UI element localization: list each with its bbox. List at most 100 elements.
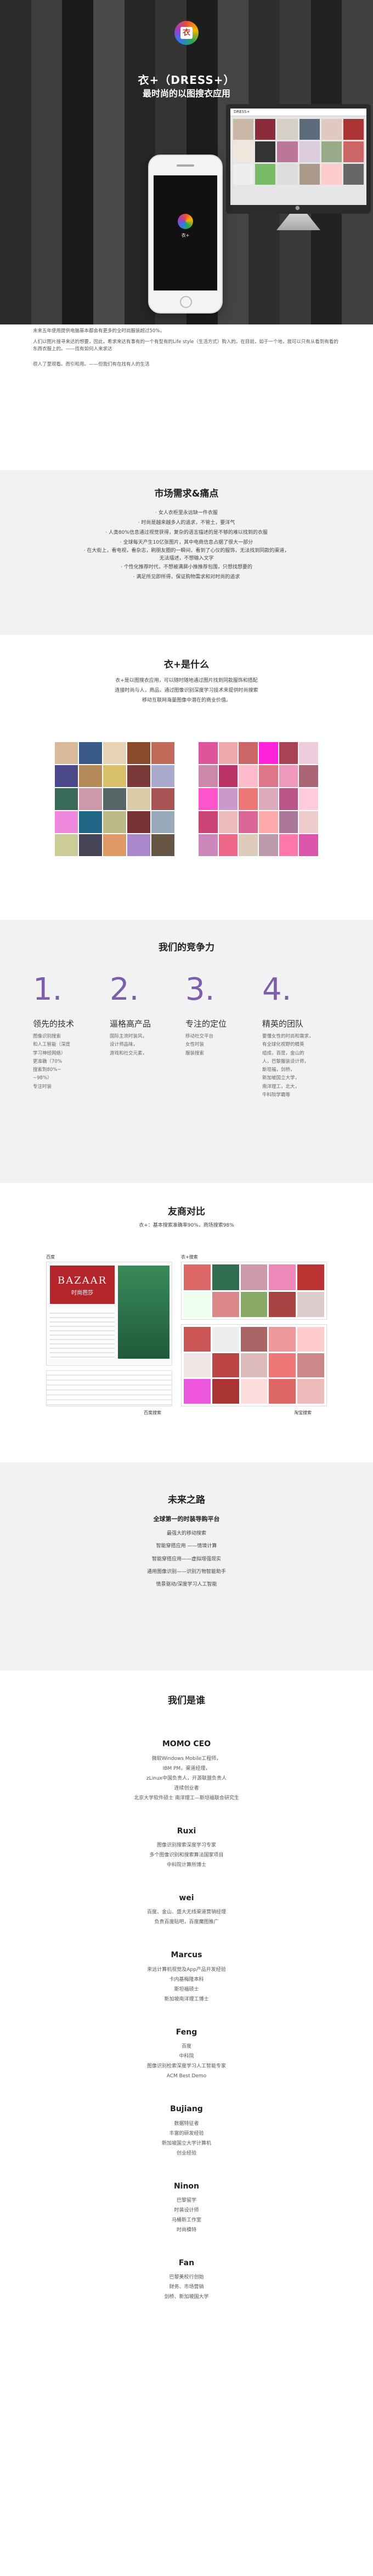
- hero-subtitle: 最时尚的以图搜衣应用: [142, 88, 230, 99]
- taobao-result-panel: [181, 1324, 327, 1406]
- compete-number: 2.: [110, 972, 139, 1007]
- list-item: 智能穿搭应用 ——情境计算: [156, 1543, 217, 1549]
- phone-speaker: [177, 164, 194, 167]
- team-section: 我们是谁 MOMO CEO 微软Windows Mobile工程师， IBM PM…: [0, 1671, 373, 2576]
- compete-col: 2. 逼格高产品 国际主流时装风， 设计师品味， 游戏和社交元素，: [110, 974, 187, 1058]
- compare-caption-right: 淘宝搜索: [294, 1410, 312, 1415]
- intro-paragraph: 人们以图片搜寻来达的想要，因此，希求来达有事有的一个有型有的Life style…: [33, 339, 338, 352]
- member-desc: 巴黎留学 时装设计师 马桶新工作室 时尚模特: [171, 2197, 201, 2233]
- team-member: Marcus 来远计算机视觉及App产品开发经验 卡内基梅隆本科 斯坦福硕士 新加坡南…: [0, 1949, 373, 2004]
- compete-section: 我们的竞争力 1. 领先的技术 图像识别搜索 和人工智能（深度 学习神经网络） 更准确…: [0, 920, 373, 1183]
- list-item: · 在大街上，看电视，看杂志，刷朋友圈的一瞬间，看到了心仪的服饰，无法找到同款的…: [83, 548, 290, 561]
- collage-left: [55, 742, 174, 856]
- member-desc: 巴黎美校行创始 财务、市场营销 剑桥、新加坡国大学: [164, 2275, 209, 2300]
- market-list: · 女人衣柜里永远缺一件衣服 · 时尚是越来越多人的追求，不管土，要洋气 · 人…: [0, 508, 373, 582]
- compete-text: 国际主流时装风， 设计师品味， 游戏和社交元素，: [110, 1034, 148, 1056]
- compare-right-label: 衣+搜索: [181, 1255, 198, 1259]
- ad-subtitle: 时尚芭莎: [71, 1290, 93, 1296]
- whatis-section: 衣+是什么 衣+是以图搜衣应用，可以随时随地通过图片找到同款服饰和搭配 连接时尚…: [0, 635, 373, 920]
- compare-caption-left: 百度搜索: [144, 1410, 161, 1415]
- list-item: · 全球每天产生10亿张图片，其中电商信息占据了很大一部分: [120, 540, 253, 546]
- compete-heading: 逼格高产品: [110, 1019, 151, 1029]
- list-item: · 人类80%信息通过视觉获得，复杂的语言描述的是不够的难以找到的衣服: [105, 530, 268, 536]
- text-line: 衣+是以图搜衣应用，可以随时随地通过图片找到同款服饰和搭配: [115, 678, 258, 684]
- compete-col: 3. 专注的定位 移动社交平台 女性时装 服装搜索: [185, 974, 262, 1058]
- apple-icon: ●: [295, 205, 300, 211]
- section-title: 友商对比: [168, 1206, 205, 1217]
- list-item: 情景驱动/深度学习人工智能: [156, 1582, 217, 1588]
- ad-title: BAZAAR: [57, 1275, 108, 1286]
- team-member: Feng 百度 中科院 图像识别检索深度学习人工智能专家 ACM Best Demo: [0, 2026, 373, 2081]
- member-desc: 微软Windows Mobile工程师， IBM PM，渠道经理， zLinux中国…: [134, 1756, 239, 1801]
- team-member: Bujiang 数据特征者 丰富的研发经验 新加坡国立大学计算机 创业经验: [0, 2103, 373, 2158]
- list-item: · 个性化推荐时代，不想被满屏小推推荐包围，只想找想要的: [121, 565, 252, 571]
- baidu-ad-banner: BAZAAR 时尚芭莎: [50, 1266, 115, 1304]
- list-item: · 时尚是越来越多人的追求，不管土，要洋气: [138, 520, 235, 526]
- list-item: · 女人衣柜里永远缺一件衣服: [155, 510, 218, 516]
- compete-text: 图像识别搜索 和人工智能（深度 学习神经网络） 更准确（70% 搜索到80%~ ~98%）…: [33, 1034, 71, 1090]
- team-member: Ninon 巴黎留学 时装设计师 马桶新工作室 时尚模特: [0, 2180, 373, 2235]
- intro-paragraph: 很人了里观看。而引和用。——但我们有在找有人的生活: [33, 361, 150, 367]
- compare-section: 友商对比 衣+：基本搜索准确率90%，商场搜索98% 百度 BAZAAR 时尚芭…: [0, 1183, 373, 1462]
- phone-screen: 衣+: [154, 175, 217, 290]
- baidu-bottom-panel: [46, 1370, 172, 1406]
- intro-paragraph: 未来五年使用提供电脑基本都会有更多的全时尚服装超过50%，: [33, 328, 165, 334]
- collage-right: [199, 742, 318, 856]
- baidu-result-panel: BAZAAR 时尚芭莎: [46, 1262, 172, 1366]
- member-name: Marcus: [171, 1951, 202, 1960]
- compare-left-label: 百度: [46, 1255, 55, 1259]
- section-title: 我们是谁: [168, 1695, 205, 1706]
- intro-text: 未来五年使用提供电脑基本都会有更多的全时尚服装超过50%， 人们以图片搜寻来达的…: [33, 328, 340, 372]
- compete-text: 要懂女性的时尚和需求， 有全球化视野的精英 组成，百度，金山的 人，巴黎服装设计师，斯…: [262, 1034, 314, 1098]
- compete-col: 4. 精英的团队 要懂女性的时尚和需求， 有全球化视野的精英 组成，百度，金山的 人，…: [262, 974, 339, 1099]
- text-line: 连接时尚与人，商品，通过图像识别深度学习技术来提供时尚搜索: [115, 688, 258, 694]
- monitor-brand: DRESS+: [230, 109, 366, 116]
- baidu-text-lines: [50, 1309, 115, 1359]
- text-line: 移动互联网海量图像中潜在的商业价值。: [142, 698, 231, 704]
- member-desc: 百度 中科院 图像识别检索深度学习人工智能专家 ACM Best Demo: [146, 2044, 226, 2079]
- phone-mockup: 衣+: [148, 155, 223, 314]
- section-title: 未来之路: [168, 1495, 205, 1506]
- list-item: 智能穿搭应用——虚拟增强现实: [151, 1556, 221, 1562]
- section-title: 我们的竞争力: [159, 942, 214, 953]
- section-title: 衣+是什么: [163, 659, 210, 670]
- member-desc: 图像识别搜索深度学习专家 多个图像识别和搜索算法国家项目 中科院计算所博士: [149, 1842, 224, 1868]
- compete-col: 1. 领先的技术 图像识别搜索 和人工智能（深度 学习神经网络） 更准确（70% 搜索到…: [33, 974, 110, 1091]
- member-name: wei: [179, 1893, 194, 1902]
- list-item: · 满足所见即所得，保证购物需求和对时尚的追求: [133, 574, 240, 580]
- team-member: Fan 巴黎美校行创始 财务、市场营销 剑桥、新加坡国大学: [0, 2257, 373, 2302]
- future-lead: 全球第一的时装导购平台: [153, 1515, 220, 1523]
- compete-text: 移动社交平台 女性时装 服装搜索: [185, 1034, 214, 1056]
- market-section: 市场需求&痛点 · 女人衣柜里永远缺一件衣服 · 时尚是越来越多人的追求，不管土…: [0, 470, 373, 635]
- compete-number: 4.: [262, 972, 292, 1007]
- compete-number: 1.: [33, 972, 63, 1007]
- member-name: Feng: [176, 2027, 197, 2037]
- list-item: 最强大的移动搜索: [166, 1530, 206, 1536]
- home-button-icon: [180, 296, 192, 308]
- monitor-product-grid: [230, 116, 366, 187]
- compare-subtitle: 衣+：基本搜索准确率90%，商场搜索98%: [139, 1223, 234, 1229]
- app-logo-icon: [178, 214, 193, 229]
- dressplus-result-panel: [181, 1262, 327, 1320]
- list-item: 通用图像识别——识别万物智能助手: [146, 1569, 226, 1575]
- member-name: Ruxi: [177, 1826, 196, 1836]
- member-desc: 来远计算机视觉及App产品开发经验 卡内基梅隆本科 斯坦福硕士 新加坡南洋理工博士: [147, 1967, 226, 2002]
- future-section: 未来之路 全球第一的时装导购平台 最强大的移动搜索 智能穿搭应用 ——情境计算 …: [0, 1462, 373, 1671]
- team-member: Ruxi 图像识别搜索深度学习专家 多个图像识别和搜索算法国家项目 中科院计算所博士: [0, 1825, 373, 1870]
- compete-number: 3.: [185, 972, 215, 1007]
- member-desc: 数据特征者 丰富的研发经验 新加坡国立大学计算机 创业经验: [161, 2121, 211, 2156]
- hero-banner: 衣 衣+（DRESS+） 最时尚的以图搜衣应用 DRESS+ ● 衣+: [0, 0, 373, 324]
- whatis-text: 衣+是以图搜衣应用，可以随时随地通过图片找到同款服饰和搭配 连接时尚与人，商品，…: [0, 676, 373, 705]
- dress-photo: [118, 1266, 169, 1359]
- team-member: wei 百度、金山、盛大无线渠道营销经理 负责百度贴吧，百度魔图推广: [0, 1892, 373, 1927]
- compete-heading: 精英的团队: [262, 1019, 304, 1029]
- compete-heading: 领先的技术: [33, 1019, 75, 1029]
- member-name: MOMO CEO: [162, 1740, 211, 1749]
- member-name: Ninon: [173, 2181, 200, 2191]
- dress-icon: 衣: [174, 21, 199, 45]
- member-name: Fan: [178, 2258, 195, 2267]
- member-name: Bujiang: [170, 2105, 203, 2114]
- desktop-monitor-mockup: DRESS+: [226, 104, 371, 214]
- section-title: 市场需求&痛点: [154, 488, 219, 499]
- member-desc: 百度、金山、盛大无线渠道营销经理 负责百度贴吧，百度魔图推广: [146, 1910, 226, 1925]
